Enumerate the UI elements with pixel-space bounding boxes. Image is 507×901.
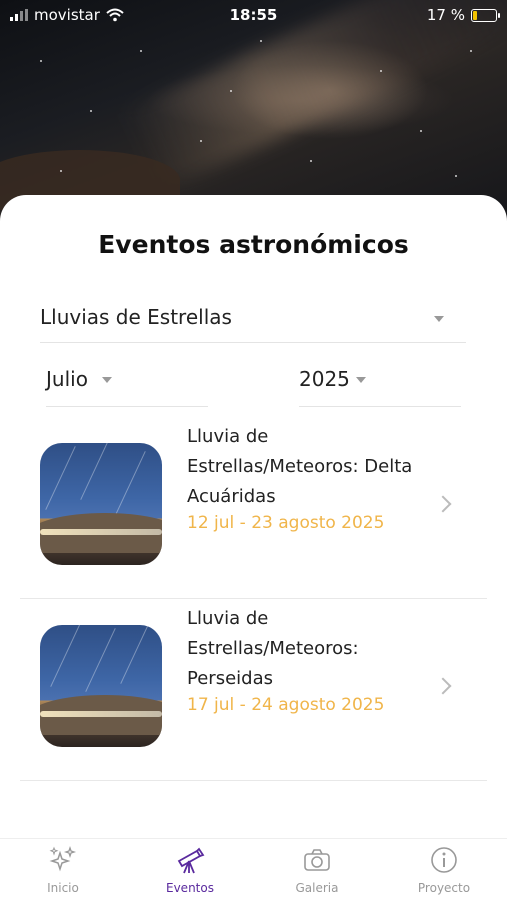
- year-select[interactable]: 2025: [299, 360, 461, 407]
- status-bar: movistar 18:55 17 %: [0, 0, 507, 30]
- chevron-down-icon: [434, 316, 444, 322]
- telescope-icon: [177, 847, 205, 874]
- chevron-down-icon: [102, 377, 112, 383]
- tab-label: Inicio: [47, 881, 79, 895]
- chevron-right-icon: [434, 677, 452, 695]
- tab-eventos[interactable]: Eventos: [127, 839, 253, 901]
- event-dates: 12 jul - 23 agosto 2025: [187, 513, 385, 533]
- category-select-value: Lluvias de Estrellas: [40, 305, 232, 329]
- tab-inicio[interactable]: Inicio: [0, 839, 126, 901]
- event-dates: 17 jul - 24 agosto 2025: [187, 695, 385, 715]
- battery-percent: 17 %: [426, 6, 465, 24]
- tab-galeria[interactable]: Galeria: [254, 839, 380, 901]
- event-item[interactable]: Lluvia de Estrellas/Meteoros: Perseidas …: [20, 600, 487, 781]
- sparkles-icon: [49, 845, 77, 872]
- event-item[interactable]: Lluvia de Estrellas/Meteoros: Delta Acuá…: [20, 418, 487, 599]
- tab-label: Proyecto: [417, 881, 471, 895]
- chevron-right-icon: [434, 495, 452, 513]
- event-title: Lluvia de Estrellas/Meteoros: Perseidas: [187, 608, 359, 689]
- content-sheet: Eventos astronómicos Lluvias de Estrella…: [0, 195, 507, 900]
- event-thumbnail: [40, 443, 162, 565]
- camera-icon: [304, 849, 330, 871]
- battery-icon: [471, 8, 500, 22]
- category-select[interactable]: Lluvias de Estrellas: [40, 298, 466, 343]
- tab-bar: Inicio Eventos Galeria Proyecto: [0, 838, 507, 901]
- year-select-value: 2025: [299, 367, 350, 391]
- page-title: Eventos astronómicos: [98, 230, 409, 259]
- event-thumbnail: [40, 625, 162, 747]
- chevron-down-icon: [356, 377, 366, 383]
- month-select-value: Julio: [46, 367, 88, 391]
- tab-proyecto[interactable]: Proyecto: [381, 839, 507, 901]
- month-select[interactable]: Julio: [46, 360, 208, 407]
- tab-label: Eventos: [166, 881, 214, 895]
- event-title: Lluvia de Estrellas/Meteoros: Delta Acuá…: [187, 426, 413, 507]
- tab-label: Galeria: [295, 881, 339, 895]
- info-icon: [431, 847, 457, 873]
